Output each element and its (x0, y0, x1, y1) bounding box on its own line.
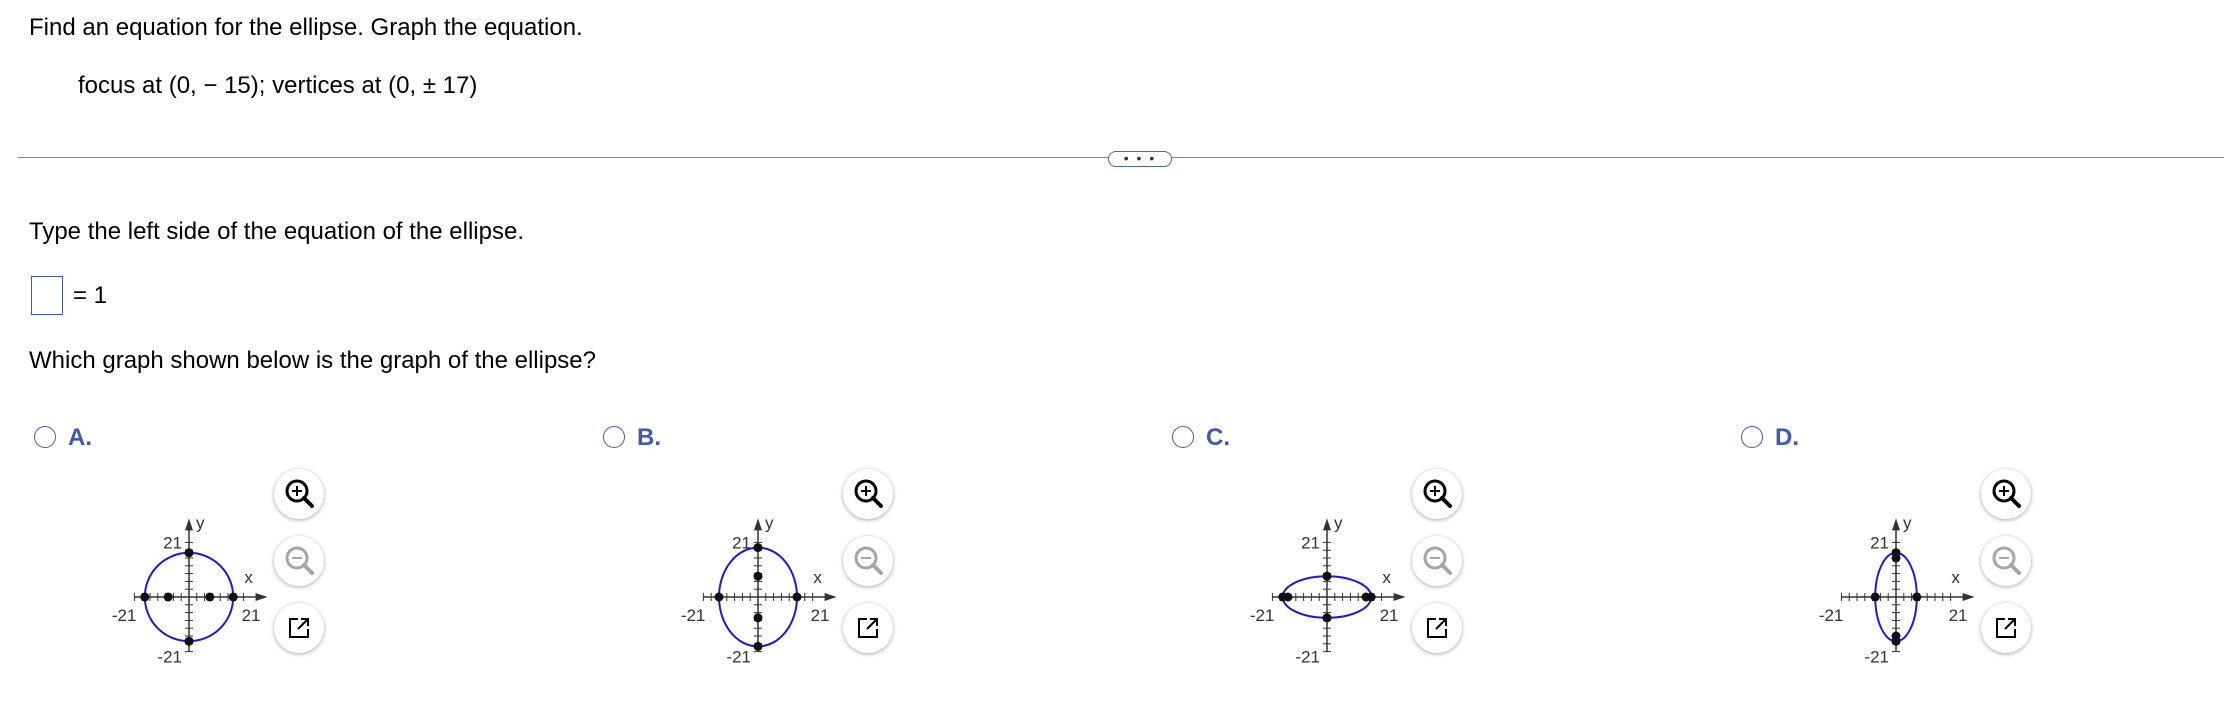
y-axis-label: y (1903, 513, 1912, 532)
x-max-label: 21 (811, 606, 830, 625)
zoom-in-button[interactable] (843, 469, 893, 519)
zoom-out-icon (854, 546, 883, 575)
graph-point (228, 592, 238, 602)
x-min-label: -21 (1819, 606, 1844, 625)
y-max-label: 21 (163, 533, 182, 552)
popout-icon (1427, 618, 1447, 638)
zoom-in-button[interactable] (1412, 469, 1462, 519)
zoom-in-icon (854, 479, 883, 508)
choice-b: B. 21 -21 -21 21 x y (597, 420, 1157, 680)
graph-prompt: Which graph shown below is the graph of … (29, 347, 596, 374)
y-min-label: -21 (1864, 648, 1889, 667)
y-axis-arrow (1323, 518, 1331, 531)
graph-point (1322, 571, 1332, 581)
popout-icon (289, 618, 309, 638)
choice-radio[interactable] (34, 426, 56, 448)
choice-c: C. 21 -21 -21 21 x y (1166, 420, 1726, 680)
x-axis-label: x (244, 568, 253, 587)
zoom-out-icon (1423, 546, 1452, 575)
popout-button[interactable] (1981, 603, 2031, 653)
y-min-label: -21 (157, 648, 182, 667)
choice-label[interactable]: C. (1206, 424, 1230, 452)
choice-a: A. 21 -21 -21 21 x y (28, 420, 588, 680)
x-axis-arrow (824, 593, 837, 601)
popout-button[interactable] (843, 603, 893, 653)
zoom-out-icon (1992, 546, 2021, 575)
y-axis-arrow (754, 518, 762, 531)
x-axis-arrow (255, 593, 268, 601)
choice-graph: 21 -21 -21 21 x y (1819, 513, 1975, 667)
x-max-label: 21 (1949, 606, 1968, 625)
x-axis-label: x (1951, 568, 1960, 587)
equation-answer-input[interactable] (31, 276, 63, 315)
choice-graph: 21 -21 -21 21 x y (112, 513, 268, 667)
x-axis-label: x (813, 568, 822, 587)
graph-point (1891, 631, 1901, 641)
y-axis-arrow (1892, 518, 1900, 531)
y-min-label: -21 (1295, 648, 1320, 667)
more-button[interactable]: • • • (1108, 151, 1172, 167)
graph-point (184, 636, 194, 646)
zoom-out-button[interactable] (1412, 536, 1462, 586)
choice-label[interactable]: B. (637, 424, 661, 452)
x-max-label: 21 (242, 606, 261, 625)
choice-radio[interactable] (603, 426, 625, 448)
choice-radio[interactable] (1741, 426, 1763, 448)
zoom-out-icon (285, 546, 314, 575)
choice-radio[interactable] (1172, 426, 1194, 448)
x-min-label: -21 (112, 606, 137, 625)
graph-point (1870, 592, 1880, 602)
graph-point (753, 543, 763, 553)
y-max-label: 21 (1301, 533, 1320, 552)
graph-point (1283, 592, 1293, 602)
x-min-label: -21 (1250, 606, 1275, 625)
zoom-in-icon (1992, 479, 2021, 508)
graph-point (184, 548, 194, 558)
graph-point (205, 592, 215, 602)
x-min-label: -21 (681, 606, 706, 625)
y-min-label: -21 (726, 648, 751, 667)
zoom-out-button[interactable] (274, 536, 324, 586)
popout-icon (858, 618, 878, 638)
graph-point (1891, 553, 1901, 563)
equation-rhs: = 1 (73, 282, 108, 309)
x-axis-arrow (1393, 593, 1406, 601)
graph-point (792, 592, 802, 602)
y-axis-label: y (196, 513, 205, 532)
y-axis-label: y (1334, 513, 1343, 532)
graph-point (1912, 592, 1922, 602)
x-axis-arrow (1962, 593, 1975, 601)
graph-point (714, 592, 724, 602)
y-max-label: 21 (1870, 533, 1889, 552)
choice-d: D. 21 -21 -21 21 x y (1735, 420, 2224, 680)
x-axis-label: x (1382, 568, 1391, 587)
zoom-out-button[interactable] (843, 536, 893, 586)
graph-point (753, 571, 763, 581)
y-axis-arrow (185, 518, 193, 531)
zoom-out-button[interactable] (1981, 536, 2031, 586)
graph-point (163, 592, 173, 602)
popout-button[interactable] (1412, 603, 1462, 653)
question-title: Find an equation for the ellipse. Graph … (29, 14, 583, 41)
y-axis-label: y (765, 513, 774, 532)
popout-icon (1996, 618, 2016, 638)
equation-prompt: Type the left side of the equation of th… (29, 218, 524, 245)
question-given: focus at (0, − 15); vertices at (0, ± 17… (78, 72, 478, 99)
x-max-label: 21 (1380, 606, 1399, 625)
choice-label[interactable]: A. (68, 424, 92, 452)
graph-point (140, 592, 150, 602)
choice-label[interactable]: D. (1775, 424, 1799, 452)
graph-point (753, 641, 763, 651)
graph-point (1361, 592, 1371, 602)
zoom-in-icon (1423, 479, 1452, 508)
graph-point (753, 613, 763, 623)
zoom-in-icon (285, 479, 314, 508)
zoom-in-button[interactable] (274, 469, 324, 519)
popout-button[interactable] (274, 603, 324, 653)
zoom-in-button[interactable] (1981, 469, 2031, 519)
graph-point (1322, 613, 1332, 623)
choice-graph: 21 -21 -21 21 x y (1250, 513, 1406, 667)
choice-graph: 21-21-21 21xy (681, 513, 837, 667)
